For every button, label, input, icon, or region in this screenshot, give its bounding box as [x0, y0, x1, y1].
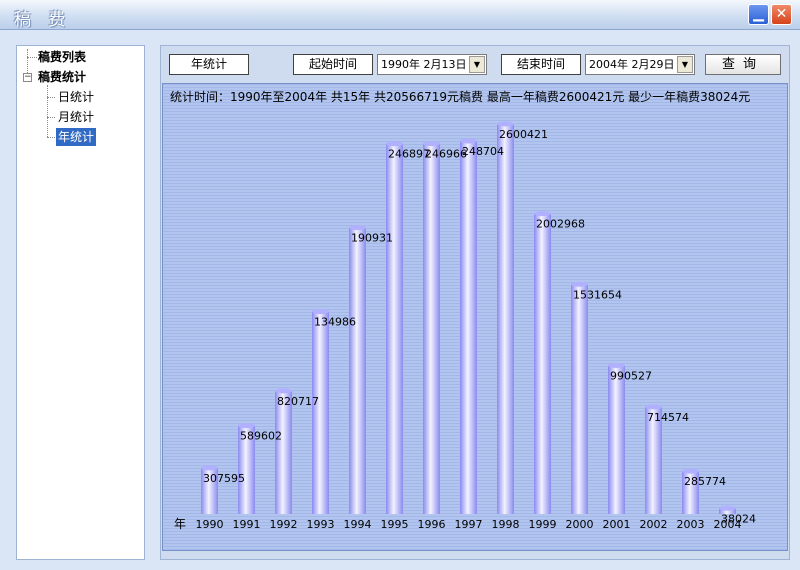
bar-1995: [386, 143, 403, 514]
collapse-icon[interactable]: −: [23, 73, 32, 82]
data-label-1995: 246897: [388, 148, 430, 161]
x-tick-1999: 1999: [529, 518, 557, 531]
bar-cap-1995: [386, 141, 403, 147]
data-label-2000: 1531654: [573, 288, 622, 301]
bar-1993: [312, 311, 329, 514]
x-tick-1995: 1995: [381, 518, 409, 531]
data-label-1992: 820717: [277, 395, 319, 408]
x-tick-1990: 1990: [196, 518, 224, 531]
bar-chart: 307595 589602 820717 134986 190931 2468972469…: [174, 121, 756, 531]
bar-1992: [275, 390, 292, 514]
data-label-1993: 134986: [314, 316, 356, 329]
data-label-1997: 248704: [462, 145, 504, 158]
bar-cap-2003: [682, 468, 699, 474]
close-button[interactable]: ✕: [771, 4, 792, 25]
dropdown-arrow-icon[interactable]: ▼: [469, 56, 485, 73]
bar-1999: [534, 213, 551, 514]
data-label-1990: 307595: [203, 472, 245, 485]
bar-cap-1993: [312, 309, 329, 315]
data-label-1996: 246966: [425, 148, 467, 161]
bar-cap-1992: [275, 388, 292, 394]
bar-1994: [349, 227, 366, 514]
data-label-1999: 2002968: [536, 218, 585, 231]
bar-2000: [571, 284, 588, 514]
tree-item-yearly[interactable]: 年统计: [56, 128, 97, 146]
x-tick-1997: 1997: [455, 518, 483, 531]
x-tick-1991: 1991: [233, 518, 261, 531]
data-label-1994: 190931: [351, 232, 393, 245]
bar-1997: [460, 141, 477, 514]
data-label-1991: 589602: [240, 430, 282, 443]
chart-area: 统计时间：1990年至2004年 共15年 共20566719元稿费 最高一年稿…: [162, 83, 788, 551]
tree-item-monthly[interactable]: 月统计: [58, 108, 94, 126]
start-date-picker[interactable]: 1990年 2月13日 ▼: [377, 54, 487, 75]
tree-connector: [27, 49, 28, 73]
bar-cap-1994: [349, 225, 366, 231]
data-label-2002: 714574: [647, 411, 689, 424]
bar-cap-1997: [460, 138, 477, 144]
bar-cap-1990: [201, 465, 218, 471]
start-time-label: 起始时间: [293, 54, 373, 75]
bar-1996: [423, 143, 440, 515]
window-title: 稿 费: [14, 10, 72, 30]
end-time-label: 结束时间: [501, 54, 581, 75]
bar-1998: [497, 124, 514, 514]
x-tick-2002: 2002: [640, 518, 668, 531]
x-tick-1994: 1994: [344, 518, 372, 531]
tree-connector: [47, 97, 55, 98]
mode-button[interactable]: 年统计: [169, 54, 249, 75]
bar-cap-1998: [497, 121, 514, 127]
tree-connector: [47, 85, 48, 137]
end-date-picker[interactable]: 2004年 2月29日 ▼: [585, 54, 695, 75]
dropdown-arrow-icon[interactable]: ▼: [677, 56, 693, 73]
bar-cap-1999: [534, 211, 551, 217]
bar-cap-2001: [608, 362, 625, 368]
query-button[interactable]: 查询: [705, 54, 781, 75]
data-label-2001: 990527: [610, 369, 652, 382]
close-icon: ✕: [775, 6, 788, 22]
tree-connector: [27, 57, 37, 58]
tree-item-fee-list[interactable]: 稿费列表: [38, 48, 86, 66]
x-tick-2000: 2000: [566, 518, 594, 531]
bar-cap-2000: [571, 281, 588, 287]
tree-connector: [47, 137, 55, 138]
x-tick-1992: 1992: [270, 518, 298, 531]
tree-item-fee-stats[interactable]: 稿费统计: [38, 68, 86, 86]
x-tick-1998: 1998: [492, 518, 520, 531]
start-date-value: 1990年 2月13日: [381, 58, 467, 71]
minimize-icon: ▁: [753, 6, 764, 22]
data-label-1998: 2600421: [499, 128, 548, 141]
x-tick-2001: 2001: [603, 518, 631, 531]
bar-cap-1991: [238, 423, 255, 429]
bar-2001: [608, 365, 625, 514]
x-axis-unit-label: 年: [174, 517, 186, 531]
x-tick-2004: 2004: [714, 518, 742, 531]
x-tick-2003: 2003: [677, 518, 705, 531]
bar-cap-1996: [423, 141, 440, 147]
nav-tree[interactable]: − 稿费列表 稿费统计 日统计 月统计 年统计: [16, 45, 145, 560]
bar-cap-2002: [645, 404, 662, 410]
data-label-2003: 285774: [684, 475, 726, 488]
bar-cap-2004: [719, 505, 736, 511]
tree-item-daily[interactable]: 日统计: [58, 88, 94, 106]
x-tick-1993: 1993: [307, 518, 335, 531]
x-tick-1996: 1996: [418, 518, 446, 531]
end-date-value: 2004年 2月29日: [589, 58, 675, 71]
minimize-button[interactable]: ▁: [748, 4, 769, 25]
title-bar: 稿 费 ▁ ✕: [0, 0, 800, 30]
tree-connector: [47, 117, 55, 118]
